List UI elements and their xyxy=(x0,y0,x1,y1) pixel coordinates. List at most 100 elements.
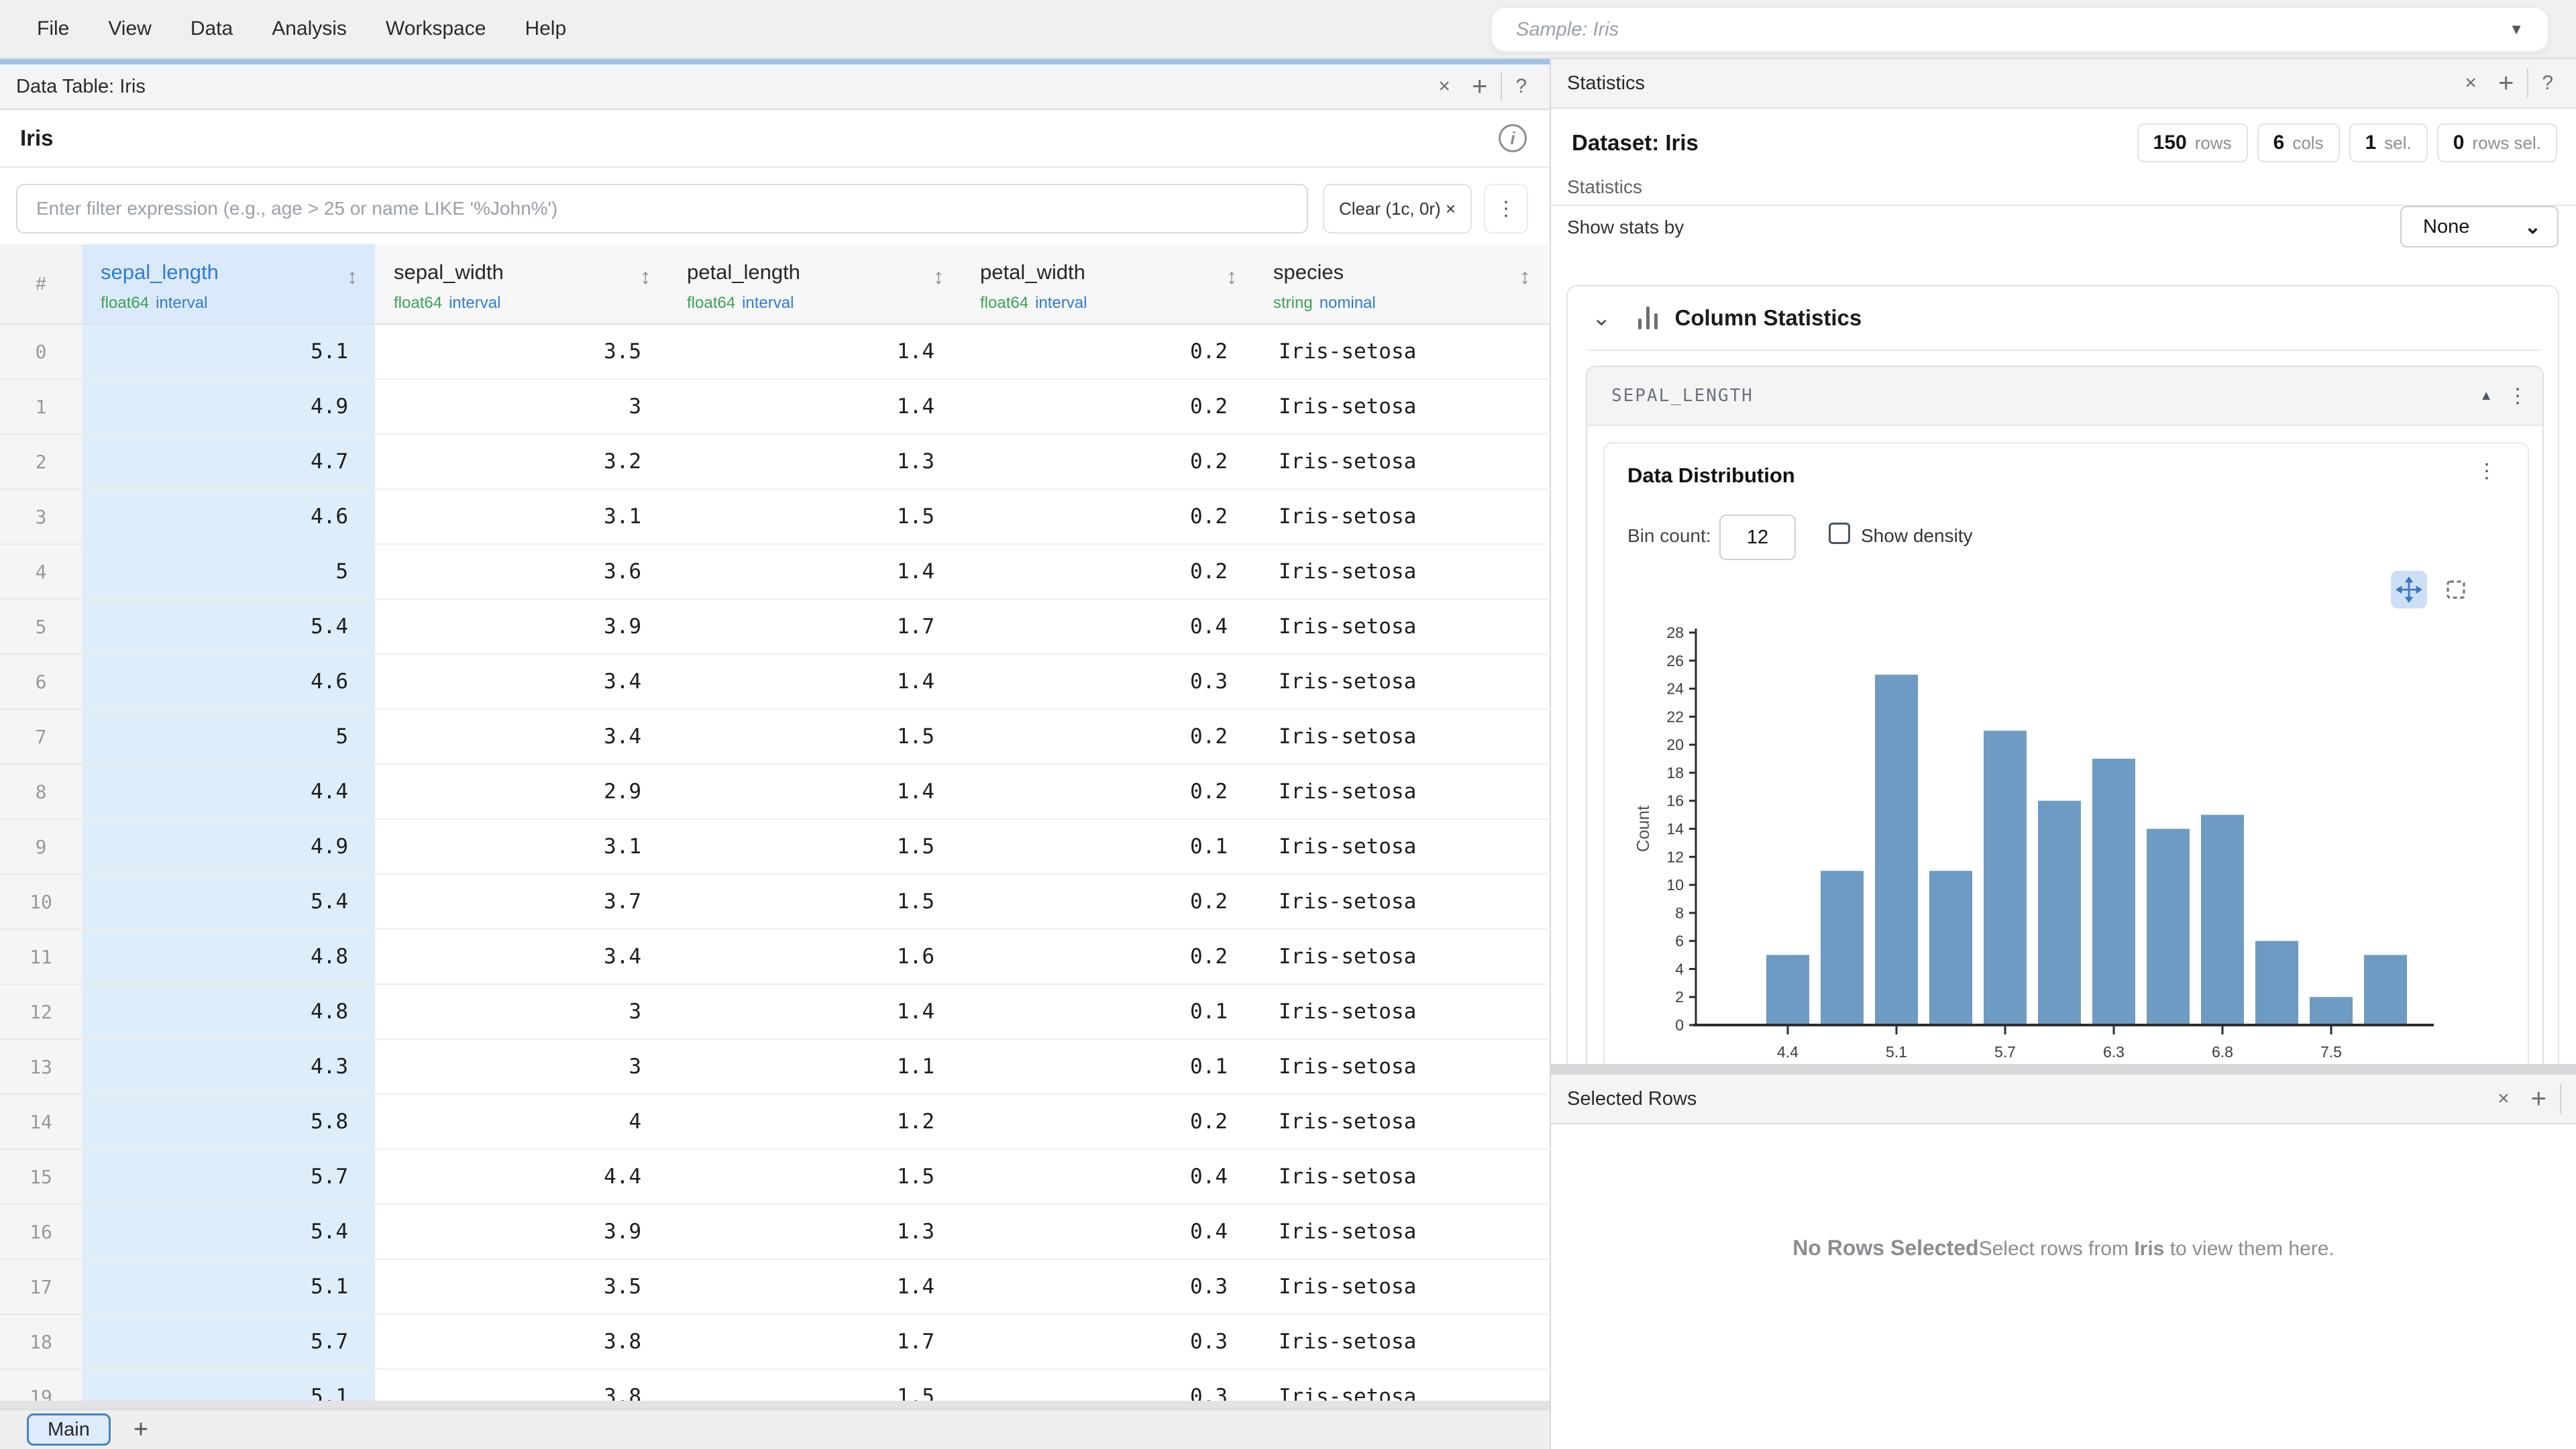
row-number-cell[interactable]: 14 xyxy=(0,1095,82,1150)
sort-icon[interactable]: ↕ xyxy=(1519,264,1530,289)
bin-count-input[interactable] xyxy=(1719,515,1796,560)
add-panel-button[interactable]: + xyxy=(2520,1084,2557,1114)
table-cell[interactable]: 3.4 xyxy=(375,930,668,985)
add-tab-button[interactable]: + xyxy=(133,1415,148,1444)
column-header-petal_length[interactable]: petal_length float64 interval ↕ xyxy=(668,244,961,323)
table-cell[interactable]: 3.5 xyxy=(375,1260,668,1315)
table-cell[interactable]: 4.6 xyxy=(82,655,375,710)
table-row[interactable]: 5 5.4 3.9 1.7 0.4 Iris-setosa xyxy=(0,600,1550,655)
table-cell[interactable]: 1.5 xyxy=(668,820,961,875)
column-statistics-header[interactable]: ⌄ Column Statistics xyxy=(1568,286,2558,350)
table-cell[interactable]: Iris-setosa xyxy=(1254,600,1548,655)
pan-tool-button[interactable] xyxy=(2391,571,2427,608)
table-cell[interactable]: Iris-setosa xyxy=(1254,325,1548,380)
table-cell[interactable]: Iris-setosa xyxy=(1254,490,1548,545)
table-cell[interactable]: 1.7 xyxy=(668,1315,961,1370)
table-cell[interactable]: 3.6 xyxy=(375,545,668,600)
table-cell[interactable]: Iris-setosa xyxy=(1254,1260,1548,1315)
table-cell[interactable]: 3.9 xyxy=(375,1205,668,1260)
filter-menu-button[interactable]: ⋮ xyxy=(1484,184,1528,233)
table-cell[interactable]: 0.4 xyxy=(961,600,1254,655)
close-panel-button[interactable]: × xyxy=(2487,1087,2520,1110)
menu-item-workspace[interactable]: Workspace xyxy=(386,17,486,40)
table-cell[interactable]: 5.1 xyxy=(82,1260,375,1315)
table-cell[interactable]: 1.4 xyxy=(668,545,961,600)
table-cell[interactable]: 5 xyxy=(82,710,375,765)
table-cell[interactable]: 4.4 xyxy=(82,765,375,820)
row-number-cell[interactable]: 0 xyxy=(0,325,82,380)
table-row[interactable]: 4 5 3.6 1.4 0.2 Iris-setosa xyxy=(0,545,1550,600)
sort-icon[interactable]: ↕ xyxy=(347,264,358,289)
show-density-checkbox[interactable] xyxy=(1829,523,1850,544)
table-cell[interactable]: 1.1 xyxy=(668,1040,961,1095)
menu-item-data[interactable]: Data xyxy=(191,17,233,40)
table-cell[interactable]: 3.1 xyxy=(375,820,668,875)
table-cell[interactable]: 0.2 xyxy=(961,710,1254,765)
table-row[interactable]: 1 4.9 3 1.4 0.2 Iris-setosa xyxy=(0,380,1550,435)
table-cell[interactable]: 3 xyxy=(375,1040,668,1095)
table-cell[interactable]: 5.8 xyxy=(82,1095,375,1150)
row-number-cell[interactable]: 15 xyxy=(0,1150,82,1205)
table-row[interactable]: 8 4.4 2.9 1.4 0.2 Iris-setosa xyxy=(0,765,1550,820)
clear-filter-button[interactable]: Clear (1c, 0r) × xyxy=(1323,184,1472,233)
row-number-cell[interactable]: 2 xyxy=(0,435,82,490)
menu-item-help[interactable]: Help xyxy=(525,17,566,40)
table-cell[interactable]: 1.5 xyxy=(668,1370,961,1401)
table-cell[interactable]: 0.4 xyxy=(961,1150,1254,1205)
table-cell[interactable]: 0.2 xyxy=(961,545,1254,600)
table-cell[interactable]: 1.4 xyxy=(668,655,961,710)
table-cell[interactable]: Iris-setosa xyxy=(1254,820,1548,875)
table-cell[interactable]: 1.4 xyxy=(668,1260,961,1315)
table-cell[interactable]: Iris-setosa xyxy=(1254,545,1548,600)
table-cell[interactable]: Iris-setosa xyxy=(1254,710,1548,765)
table-cell[interactable]: 0.1 xyxy=(961,820,1254,875)
table-cell[interactable]: 1.5 xyxy=(668,490,961,545)
table-cell[interactable]: 1.5 xyxy=(668,1150,961,1205)
collapse-card-icon[interactable]: ▲ xyxy=(2470,388,2502,404)
box-select-tool-button[interactable] xyxy=(2438,571,2474,608)
table-cell[interactable]: 4.7 xyxy=(82,435,375,490)
table-cell[interactable]: 0.1 xyxy=(961,1040,1254,1095)
table-cell[interactable]: Iris-setosa xyxy=(1254,1370,1548,1401)
help-button[interactable]: ? xyxy=(2531,72,2564,95)
table-cell[interactable]: 0.2 xyxy=(961,930,1254,985)
table-cell[interactable]: 1.3 xyxy=(668,435,961,490)
row-number-cell[interactable]: 17 xyxy=(0,1260,82,1315)
row-number-cell[interactable]: 9 xyxy=(0,820,82,875)
table-row[interactable]: 7 5 3.4 1.5 0.2 Iris-setosa xyxy=(0,710,1550,765)
table-cell[interactable]: Iris-setosa xyxy=(1254,765,1548,820)
row-number-cell[interactable]: 13 xyxy=(0,1040,82,1095)
table-cell[interactable]: 4.6 xyxy=(82,490,375,545)
table-cell[interactable]: 5.4 xyxy=(82,600,375,655)
table-cell[interactable]: 3.9 xyxy=(375,600,668,655)
table-cell[interactable]: 0.2 xyxy=(961,490,1254,545)
table-cell[interactable]: 3.7 xyxy=(375,875,668,930)
help-button[interactable]: ? xyxy=(1505,75,1538,98)
table-cell[interactable]: 1.4 xyxy=(668,325,961,380)
chevron-down-icon[interactable]: ⌄ xyxy=(1592,305,1611,331)
table-cell[interactable]: 0.2 xyxy=(961,380,1254,435)
add-panel-button[interactable]: + xyxy=(1461,72,1498,102)
row-number-cell[interactable]: 11 xyxy=(0,930,82,985)
row-number-cell[interactable]: 7 xyxy=(0,710,82,765)
table-cell[interactable]: 1.4 xyxy=(668,985,961,1040)
row-number-cell[interactable]: 8 xyxy=(0,765,82,820)
table-cell[interactable]: 3.4 xyxy=(375,655,668,710)
table-cell[interactable]: 4.4 xyxy=(375,1150,668,1205)
table-cell[interactable]: 4.8 xyxy=(82,930,375,985)
row-number-cell[interactable]: 19 xyxy=(0,1370,82,1401)
table-row[interactable]: 12 4.8 3 1.4 0.1 Iris-setosa xyxy=(0,985,1550,1040)
table-cell[interactable]: 4.9 xyxy=(82,820,375,875)
table-cell[interactable]: 0.2 xyxy=(961,875,1254,930)
table-cell[interactable]: 1.4 xyxy=(668,765,961,820)
table-row[interactable]: 2 4.7 3.2 1.3 0.2 Iris-setosa xyxy=(0,435,1550,490)
table-cell[interactable]: 0.3 xyxy=(961,1260,1254,1315)
table-cell[interactable]: 3.4 xyxy=(375,710,668,765)
table-cell[interactable]: 4.9 xyxy=(82,380,375,435)
table-cell[interactable]: 0.2 xyxy=(961,1095,1254,1150)
column-header-sepal_width[interactable]: sepal_width float64 interval ↕ xyxy=(375,244,668,323)
table-cell[interactable]: 1.2 xyxy=(668,1095,961,1150)
table-cell[interactable]: 5.4 xyxy=(82,1205,375,1260)
table-row[interactable]: 0 5.1 3.5 1.4 0.2 Iris-setosa xyxy=(0,325,1550,380)
table-cell[interactable]: 0.1 xyxy=(961,985,1254,1040)
